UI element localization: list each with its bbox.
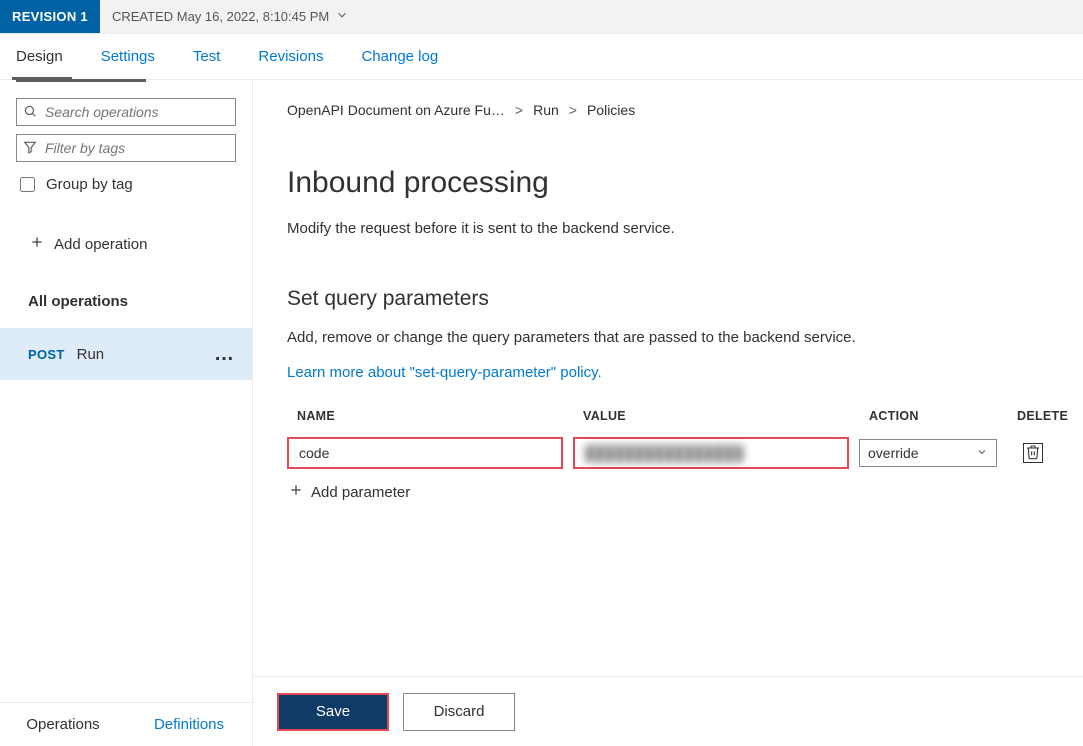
operation-name: Run (77, 346, 105, 363)
sidebar: Group by tag Add operation All operation… (0, 80, 253, 746)
group-by-tag-checkbox[interactable] (20, 177, 35, 192)
group-by-tag[interactable]: Group by tag (16, 174, 236, 195)
param-action-value: override (868, 445, 919, 461)
breadcrumb-api[interactable]: OpenAPI Document on Azure Fu… (287, 102, 505, 118)
section-title: Set query parameters (287, 287, 1069, 311)
filter-icon (23, 140, 37, 157)
col-value: VALUE (583, 409, 859, 423)
param-action-select[interactable]: override (859, 439, 997, 467)
search-icon (23, 104, 37, 121)
page-description: Modify the request before it is sent to … (287, 220, 1069, 237)
filter-tags-field[interactable] (16, 134, 236, 162)
group-by-tag-label: Group by tag (46, 176, 133, 193)
breadcrumb-sep-2: > (569, 102, 577, 118)
query-param-row: code ████████████████ override (287, 437, 1069, 469)
delete-button[interactable] (1023, 443, 1043, 463)
operation-more-icon[interactable]: … (214, 343, 236, 366)
main-panel: OpenAPI Document on Azure Fu… > Run > Po… (253, 80, 1083, 746)
operation-method-badge: POST (28, 347, 65, 362)
filter-input[interactable] (43, 139, 229, 157)
plus-icon (30, 235, 44, 253)
tab-bar: Design Settings Test Revisions Change lo… (0, 34, 1083, 80)
section-description: Add, remove or change the query paramete… (287, 329, 1069, 346)
tab-design[interactable]: Design (16, 34, 63, 79)
bottom-tab-operations[interactable]: Operations (0, 703, 126, 746)
search-input[interactable] (43, 103, 229, 121)
chevron-down-icon (335, 8, 349, 25)
tab-changelog[interactable]: Change log (361, 34, 438, 79)
param-value-input[interactable]: ████████████████ (573, 437, 849, 469)
col-name: NAME (297, 409, 573, 423)
page-title: Inbound processing (287, 166, 1069, 200)
plus-icon (289, 483, 303, 501)
trash-icon (1025, 444, 1041, 463)
add-parameter-label: Add parameter (311, 484, 410, 501)
learn-more-link[interactable]: Learn more about "set-query-parameter" p… (287, 364, 602, 381)
col-delete: DELETE (1017, 409, 1069, 423)
col-action: ACTION (869, 409, 1007, 423)
bottom-tab-underline (16, 79, 146, 82)
add-operation-label: Add operation (54, 236, 147, 253)
breadcrumb-sep-1: > (515, 102, 523, 118)
param-name-input[interactable]: code (287, 437, 563, 469)
tab-test[interactable]: Test (193, 34, 221, 79)
param-delete-cell (1007, 443, 1059, 463)
footer-actions: Save Discard (253, 676, 1083, 746)
search-operations-field[interactable] (16, 98, 236, 126)
discard-button[interactable]: Discard (403, 693, 515, 731)
breadcrumb-policies: Policies (587, 102, 635, 118)
revision-bar: REVISION 1 CREATED May 16, 2022, 8:10:45… (0, 0, 1083, 34)
bottom-tab-definitions[interactable]: Definitions (126, 703, 252, 746)
add-parameter-button[interactable]: Add parameter (287, 483, 1069, 501)
all-operations-header[interactable]: All operations (0, 283, 252, 328)
add-operation-button[interactable]: Add operation (0, 205, 252, 283)
breadcrumb-op[interactable]: Run (533, 102, 559, 118)
revision-meta[interactable]: CREATED May 16, 2022, 8:10:45 PM (100, 8, 361, 25)
operation-item-run[interactable]: POST Run … (0, 328, 252, 380)
revision-created-text: CREATED May 16, 2022, 8:10:45 PM (112, 9, 329, 24)
chevron-down-icon (976, 445, 988, 461)
tab-settings[interactable]: Settings (101, 34, 155, 79)
sidebar-bottom-tabs: Operations Definitions (0, 702, 252, 746)
tab-revisions[interactable]: Revisions (258, 34, 323, 79)
save-button[interactable]: Save (277, 693, 389, 731)
revision-badge: REVISION 1 (0, 0, 100, 33)
query-params-header: NAME VALUE ACTION DELETE (287, 409, 1069, 423)
breadcrumb: OpenAPI Document on Azure Fu… > Run > Po… (287, 102, 1069, 118)
